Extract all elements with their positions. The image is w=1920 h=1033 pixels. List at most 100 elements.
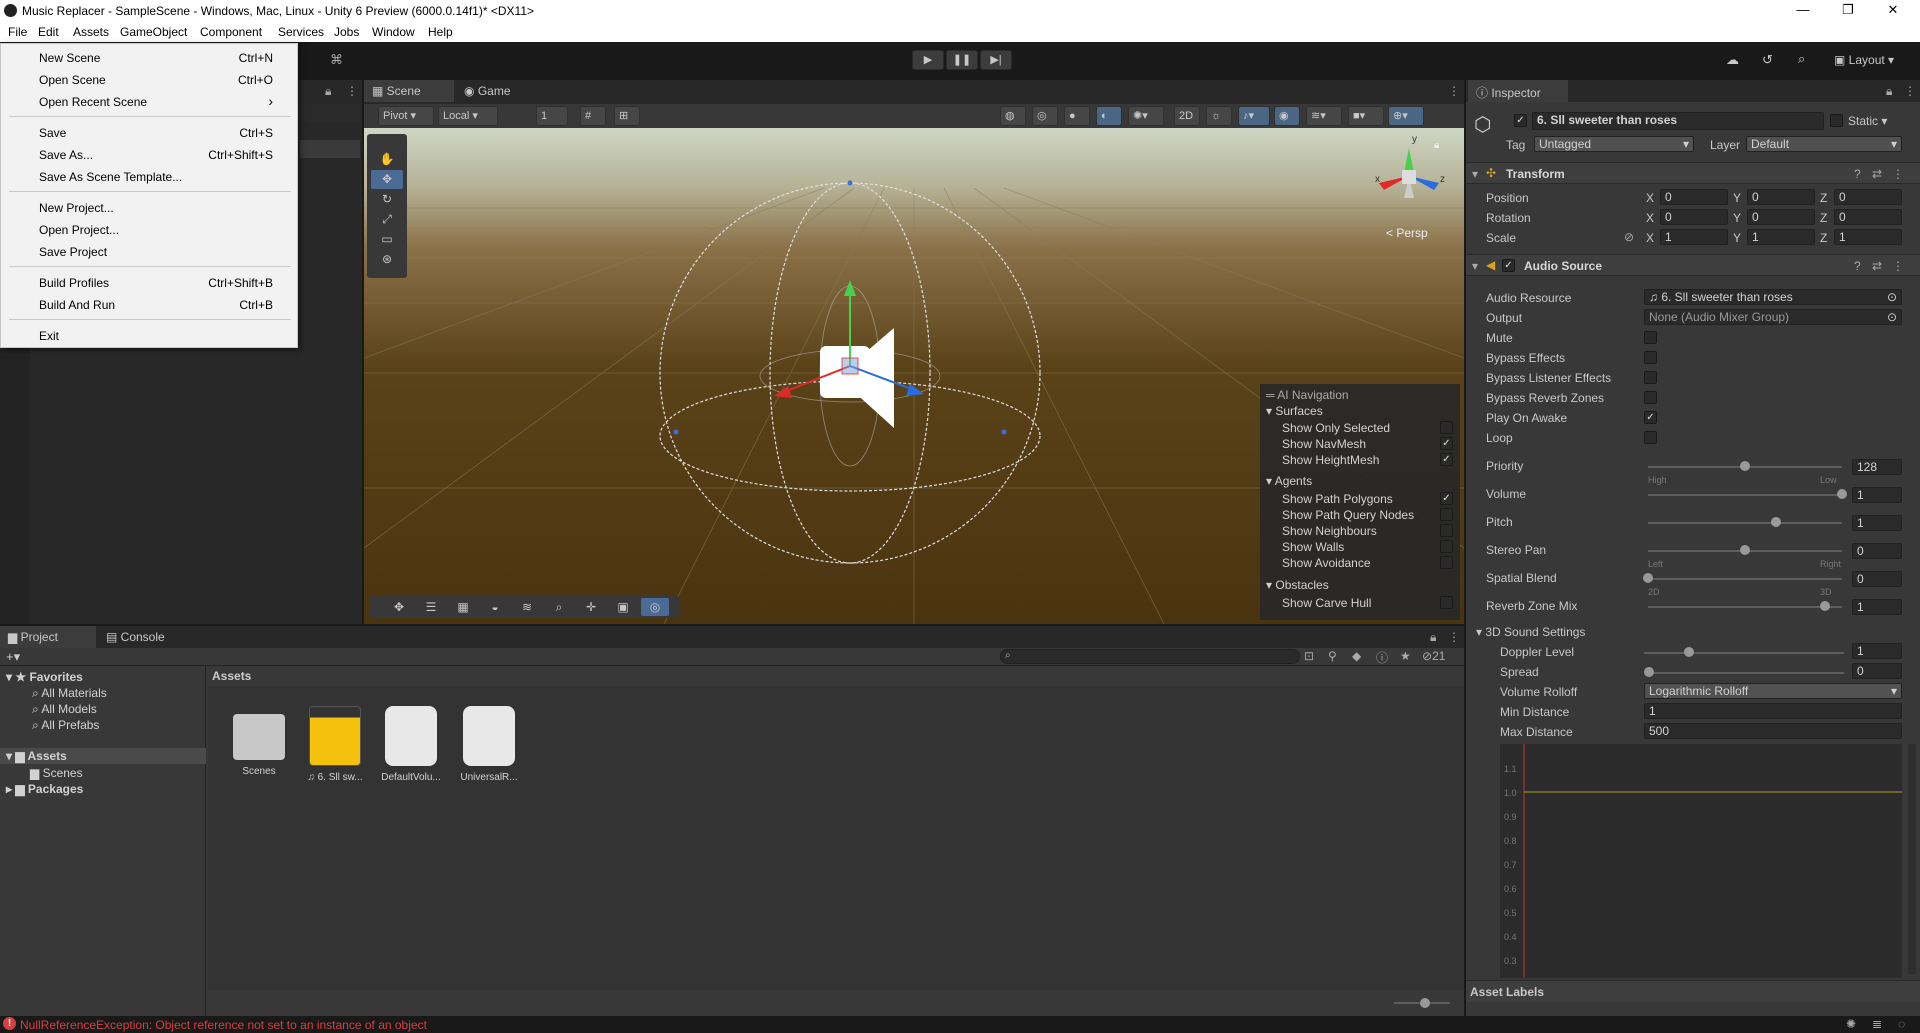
constrain-proportions-icon[interactable]: ⊘ xyxy=(1624,230,1634,244)
version-control-icon[interactable]: ⌘ xyxy=(330,52,343,68)
error-message[interactable]: NullReferenceException: Object reference… xyxy=(20,1018,427,1032)
priority-knob[interactable] xyxy=(1740,461,1750,471)
asset-scenes-folder[interactable]: Scenes xyxy=(224,706,294,777)
menu-item-save-as[interactable]: Save As... xyxy=(39,148,93,162)
lit-button[interactable]: ◐ xyxy=(1096,106,1122,126)
spread-value[interactable]: 0 xyxy=(1852,663,1902,679)
tree-assets-row[interactable]: ▾ ▆ Assets xyxy=(0,748,206,764)
audio-source-header[interactable]: ▾ ◀ ✓ Audio Source ? ⇄ ⋮ xyxy=(1466,254,1920,276)
project-kebab-icon[interactable]: ⋮ xyxy=(1448,630,1460,644)
overlay-camera-icon[interactable]: ▣ xyxy=(609,598,637,616)
menu-component[interactable]: Component xyxy=(200,25,262,39)
project-search-input[interactable]: ⌕ xyxy=(1000,649,1300,664)
sound3d-foldout[interactable]: ▾ 3D Sound Settings xyxy=(1476,625,1585,639)
show-heightmesh-checkbox[interactable]: ✓ xyxy=(1440,453,1453,466)
overlay-layers-icon[interactable]: ≋ xyxy=(513,598,541,616)
object-picker-icon[interactable]: ⊙ xyxy=(1887,290,1897,304)
output-field[interactable]: None (Audio Mixer Group) ⊙ xyxy=(1644,309,1902,325)
menu-item-new-project[interactable]: New Project... xyxy=(39,201,114,215)
maximize-button[interactable]: ❐ xyxy=(1833,2,1863,20)
overlay-grid-icon[interactable]: ▦ xyxy=(449,598,477,616)
menu-jobs[interactable]: Jobs xyxy=(334,25,359,39)
volume-value[interactable]: 1 xyxy=(1852,487,1902,503)
static-dropdown[interactable]: Static ▾ xyxy=(1848,114,1887,128)
doppler-knob[interactable] xyxy=(1684,647,1694,657)
pitch-value[interactable]: 1 xyxy=(1852,515,1902,531)
menu-file[interactable]: File xyxy=(8,25,27,39)
search-by-label-icon[interactable]: ⚲ xyxy=(1328,649,1337,663)
layer-dropdown[interactable]: Default ▾ xyxy=(1746,136,1902,152)
hierarchy-row[interactable] xyxy=(300,140,360,158)
play-button[interactable]: ▶ xyxy=(912,50,944,70)
spread-slider[interactable] xyxy=(1644,672,1844,674)
component-menu-icon[interactable]: ⋮ xyxy=(1892,167,1904,181)
layout-dropdown[interactable]: ▣ Layout ▾ xyxy=(1834,53,1894,67)
show-path-polygons-checkbox[interactable]: ✓ xyxy=(1440,492,1453,505)
effects-button[interactable]: ≋▾ xyxy=(1306,106,1342,126)
pitch-slider[interactable] xyxy=(1648,522,1842,524)
rotate-tool-icon[interactable]: ↻ xyxy=(371,190,403,209)
favorite-star-icon[interactable]: ★ xyxy=(1400,649,1411,663)
overlay-compass-icon[interactable]: ◎ xyxy=(641,598,669,616)
progress-icon[interactable]: ◌ xyxy=(1898,1017,1905,1031)
transform-rotation-y-input[interactable]: 0 xyxy=(1747,209,1815,225)
help-icon[interactable]: ? xyxy=(1854,259,1861,273)
bypass-reverb-zones-checkbox[interactable] xyxy=(1644,391,1657,404)
transform-position-x-input[interactable]: 0 xyxy=(1660,189,1728,205)
volume-knob[interactable] xyxy=(1837,489,1847,499)
menu-assets[interactable]: Assets xyxy=(73,25,109,39)
grid-snap-input[interactable]: 1 xyxy=(536,106,568,126)
overlay-pan-icon[interactable]: ✛ xyxy=(577,598,605,616)
asset-universal-render[interactable]: UniversalR... xyxy=(454,706,524,783)
spatial-blend-value[interactable]: 0 xyxy=(1852,571,1902,587)
show-path-query-nodes-checkbox[interactable] xyxy=(1440,508,1453,521)
menu-item-exit[interactable]: Exit xyxy=(39,329,59,343)
rolloff-curve-graph[interactable]: 1.1 1.0 0.9 0.8 0.7 0.6 0.5 0.4 0.3 xyxy=(1500,744,1902,978)
gizmo-lock-icon[interactable]: 🔒︎ xyxy=(1434,140,1439,151)
hand-tool-icon[interactable]: ✋ xyxy=(371,150,403,169)
play-on-awake-checkbox[interactable]: ✓ xyxy=(1644,411,1657,424)
kebab-menu-icon[interactable]: ⋮ xyxy=(346,84,358,98)
stereo-pan-value[interactable]: 0 xyxy=(1852,543,1902,559)
hidden-packages-icon[interactable]: ⊘21 xyxy=(1422,649,1445,663)
show-navmesh-checkbox[interactable]: ✓ xyxy=(1440,437,1453,450)
menu-item-open-scene[interactable]: Open Scene xyxy=(39,73,106,87)
tree-favorites[interactable]: ▾ ★ Favorites xyxy=(6,670,83,684)
transform-position-y-input[interactable]: 0 xyxy=(1747,189,1815,205)
object-picker-icon[interactable]: ⊙ xyxy=(1887,310,1897,324)
project-lock-icon[interactable]: 🔒︎ xyxy=(1430,630,1436,645)
transform-rotation-z-input[interactable]: 0 xyxy=(1834,209,1902,225)
tree-all-models[interactable]: ⌕ All Models xyxy=(32,702,97,717)
spatial-blend-slider[interactable] xyxy=(1648,578,1842,580)
tab-console[interactable]: ▤ Console xyxy=(98,626,178,648)
reverb-zone-mix-knob[interactable] xyxy=(1819,601,1830,611)
overlay-zoom-icon[interactable]: ⌕ xyxy=(545,598,573,616)
asset-default-volume[interactable]: DefaultVolu... xyxy=(376,706,446,783)
menu-edit[interactable]: Edit xyxy=(38,25,59,39)
menu-services[interactable]: Services xyxy=(278,25,324,39)
search-icon[interactable]: ⌕ xyxy=(1798,51,1805,67)
transform-rotation-x-input[interactable]: 0 xyxy=(1660,209,1728,225)
reverb-zone-mix-slider[interactable] xyxy=(1648,606,1842,608)
section-agents[interactable]: ▾ Agents xyxy=(1266,474,1312,488)
pause-button[interactable]: ❚❚ xyxy=(946,50,978,70)
menu-item-open-project[interactable]: Open Project... xyxy=(39,223,119,237)
mute-checkbox[interactable] xyxy=(1644,331,1657,344)
menu-window[interactable]: Window xyxy=(372,25,415,39)
local-dropdown[interactable]: Local ▾ xyxy=(438,106,498,126)
transform-position-z-input[interactable]: 0 xyxy=(1834,189,1902,205)
menu-item-save[interactable]: Save xyxy=(39,126,66,140)
info-icon[interactable]: ⓘ xyxy=(1376,649,1388,666)
add-asset-button[interactable]: +▾ xyxy=(6,649,20,665)
tag-dropdown[interactable]: Untagged ▾ xyxy=(1534,136,1694,152)
overlay-move-icon[interactable]: ✥ xyxy=(385,598,413,616)
inspector-lock-icon[interactable]: 🔒︎ xyxy=(1886,84,1892,99)
min-distance-input[interactable]: 1 xyxy=(1644,703,1902,719)
menu-item-new-scene[interactable]: New Scene xyxy=(39,51,100,65)
pitch-knob[interactable] xyxy=(1771,517,1782,527)
close-window-button[interactable]: ✕ xyxy=(1878,2,1908,20)
bug-icon[interactable]: ✺ xyxy=(1846,1017,1856,1031)
menu-item-save-project[interactable]: Save Project xyxy=(39,245,107,259)
rect-tool-icon[interactable]: ▭ xyxy=(371,230,403,249)
show-neighbours-checkbox[interactable] xyxy=(1440,524,1453,537)
